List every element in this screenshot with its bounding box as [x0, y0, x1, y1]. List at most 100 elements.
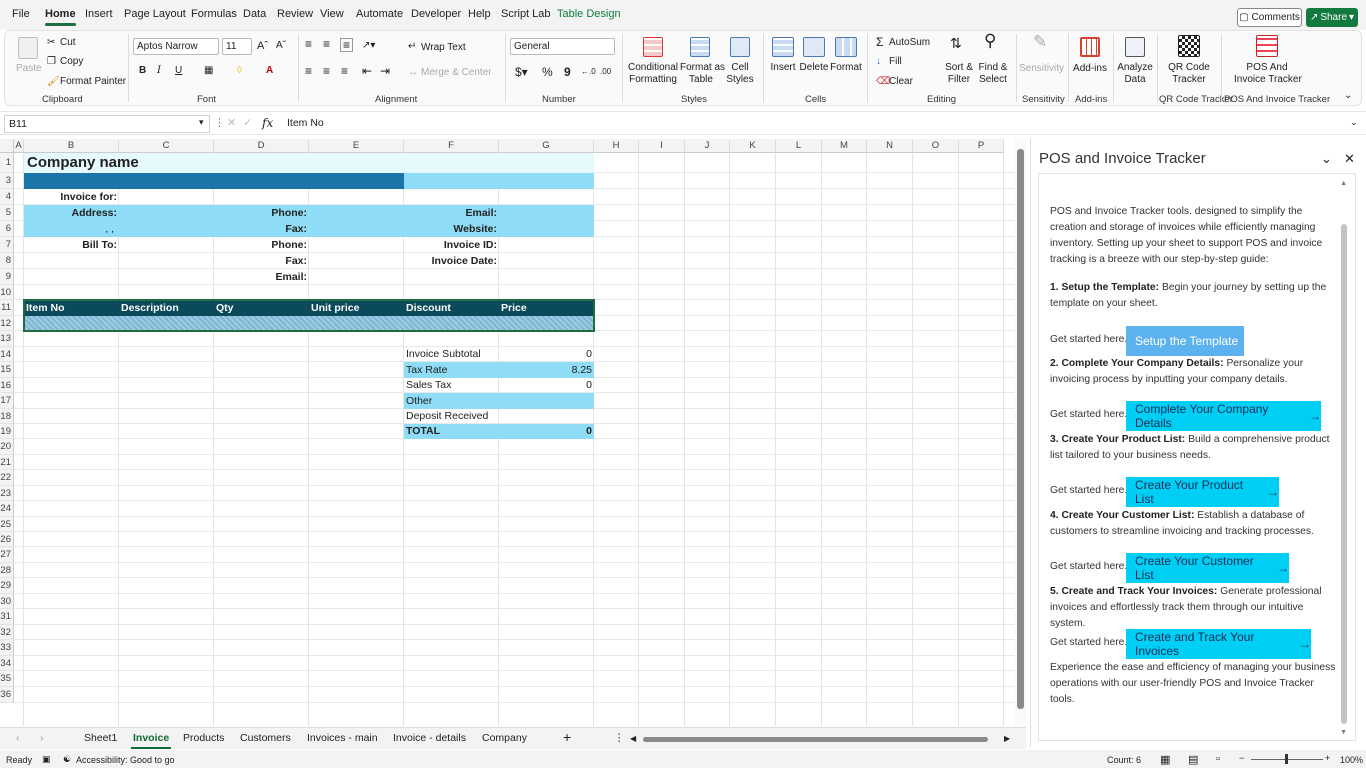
menu-home[interactable]: Home: [45, 8, 76, 26]
row-header[interactable]: 12: [0, 316, 14, 331]
sort-filter-button[interactable]: Sort & Filter: [942, 62, 976, 86]
cancel-icon[interactable]: ✕: [227, 116, 236, 129]
tab-customers[interactable]: Customers: [240, 732, 291, 744]
number-format-select[interactable]: General: [510, 38, 615, 55]
row-header[interactable]: 16: [0, 378, 14, 393]
align-right-icon[interactable]: ≡: [341, 65, 348, 77]
summary-label[interactable]: TOTAL: [404, 424, 499, 439]
row-header[interactable]: 11: [0, 300, 14, 316]
scroll-up-icon[interactable]: ▲: [1340, 180, 1347, 187]
macro-record-icon[interactable]: ▣: [42, 754, 51, 765]
column-header[interactable]: L: [776, 139, 822, 153]
column-header[interactable]: K: [730, 139, 776, 153]
row-header[interactable]: 10: [0, 285, 14, 300]
row-header[interactable]: 3: [0, 173, 14, 189]
scroll-left-icon[interactable]: ◀: [630, 734, 636, 743]
align-center-icon[interactable]: ≡: [323, 65, 330, 77]
scroll-down-icon[interactable]: ▼: [1340, 729, 1347, 736]
row-header[interactable]: 19: [0, 424, 14, 439]
tab-sheet1[interactable]: Sheet1: [84, 732, 117, 744]
zoom-in-icon[interactable]: +: [1325, 753, 1330, 763]
pane-scrollbar[interactable]: [1341, 224, 1347, 724]
tab-invoice[interactable]: Invoice: [130, 732, 172, 749]
fax-label[interactable]: Fax:: [214, 253, 309, 269]
fill-button[interactable]: Fill: [889, 56, 902, 68]
row-header[interactable]: 15: [0, 362, 14, 378]
paste-button[interactable]: Paste: [16, 63, 42, 75]
column-header[interactable]: N: [867, 139, 913, 153]
menu-script-lab[interactable]: Script Lab: [501, 8, 551, 20]
row-header[interactable]: 33: [0, 640, 14, 656]
vertical-scroll-thumb[interactable]: [1017, 149, 1024, 709]
bold-icon[interactable]: B: [139, 65, 146, 77]
paste-icon[interactable]: [18, 37, 38, 59]
row-header[interactable]: 28: [0, 563, 14, 578]
menu-insert[interactable]: Insert: [85, 8, 113, 20]
decrease-decimal-icon[interactable]: .00: [600, 66, 611, 78]
row-header[interactable]: 14: [0, 347, 14, 362]
horizontal-scroll-thumb[interactable]: [643, 737, 988, 742]
increase-decimal-icon[interactable]: ←.0: [581, 66, 596, 78]
font-family-select[interactable]: Aptos Narrow: [133, 38, 219, 55]
align-middle-icon[interactable]: ≡: [323, 38, 330, 50]
ribbon-collapse-icon[interactable]: ⌄: [1344, 90, 1352, 102]
invoice-date-label[interactable]: Invoice Date:: [404, 253, 499, 269]
scroll-tabs-right-icon[interactable]: ›: [40, 732, 44, 744]
close-icon[interactable]: ✕: [1344, 151, 1355, 167]
scroll-right-icon[interactable]: ▶: [1004, 734, 1010, 743]
summary-value[interactable]: 0: [499, 378, 594, 393]
add-ins-button[interactable]: Add-ins: [1070, 63, 1110, 75]
fill-color-icon[interactable]: ◊: [237, 65, 242, 77]
delete-cells-button[interactable]: Delete: [798, 62, 830, 74]
find-select-button[interactable]: Find & Select: [976, 62, 1010, 86]
align-top-icon[interactable]: ≡: [305, 38, 312, 50]
sensitivity-button[interactable]: Sensitivity: [1019, 63, 1064, 75]
share-button[interactable]: ↗ Share ▾: [1306, 8, 1358, 27]
summary-value[interactable]: 0: [499, 347, 594, 362]
tab-invoices-main[interactable]: Invoices - main: [307, 732, 378, 744]
zoom-out-icon[interactable]: −: [1239, 753, 1244, 763]
underline-icon[interactable]: U: [175, 65, 182, 77]
analyze-data-button[interactable]: Analyze Data: [1115, 62, 1155, 86]
column-header[interactable]: G: [499, 139, 594, 153]
row-header[interactable]: 31: [0, 609, 14, 625]
select-all-corner[interactable]: [0, 139, 14, 153]
row-header[interactable]: 13: [0, 331, 14, 347]
row-header[interactable]: 23: [0, 486, 14, 501]
address-value[interactable]: , ,: [24, 221, 119, 237]
column-header[interactable]: E: [309, 139, 404, 153]
increase-font-icon[interactable]: Aˆ: [257, 40, 268, 52]
insert-cells-button[interactable]: Insert: [767, 62, 799, 74]
row-header[interactable]: 1: [0, 153, 14, 173]
menu-table-design[interactable]: Table Design: [557, 8, 621, 20]
row-header[interactable]: 29: [0, 578, 14, 594]
create-product-list-button[interactable]: Create Your Product List →: [1126, 477, 1279, 507]
column-header[interactable]: A: [14, 139, 24, 153]
menu-data[interactable]: Data: [243, 8, 266, 20]
autosum-button[interactable]: AutoSum: [889, 37, 930, 49]
column-header[interactable]: F: [404, 139, 499, 153]
comments-button[interactable]: ▢ Comments: [1237, 8, 1302, 27]
row-header[interactable]: 21: [0, 455, 14, 470]
borders-icon[interactable]: ▦: [204, 65, 213, 77]
setup-template-button[interactable]: Setup the Template: [1126, 326, 1244, 356]
row-header[interactable]: 32: [0, 625, 14, 640]
menu-formulas[interactable]: Formulas: [191, 8, 237, 20]
accessibility-status[interactable]: Accessibility: Good to go: [76, 755, 175, 765]
invoice-id-label[interactable]: Invoice ID:: [404, 237, 499, 253]
format-painter-button[interactable]: Format Painter: [60, 76, 126, 88]
format-as-table-button[interactable]: Format as Table: [680, 62, 725, 86]
menu-automate[interactable]: Automate: [356, 8, 403, 20]
chevron-down-icon[interactable]: ▾: [199, 117, 204, 128]
row-header[interactable]: 36: [0, 687, 14, 703]
email-label[interactable]: Email:: [214, 269, 309, 285]
tab-invoice-details[interactable]: Invoice - details: [393, 732, 466, 744]
merge-center-button[interactable]: Merge & Center: [421, 67, 492, 79]
phone-label[interactable]: Phone:: [214, 237, 309, 253]
font-color-icon[interactable]: A: [266, 65, 273, 77]
row-header[interactable]: 4: [0, 189, 14, 205]
tab-products[interactable]: Products: [183, 732, 224, 744]
column-header[interactable]: C: [119, 139, 214, 153]
tab-company[interactable]: Company: [482, 732, 527, 744]
cell-styles-button[interactable]: Cell Styles: [722, 62, 758, 86]
